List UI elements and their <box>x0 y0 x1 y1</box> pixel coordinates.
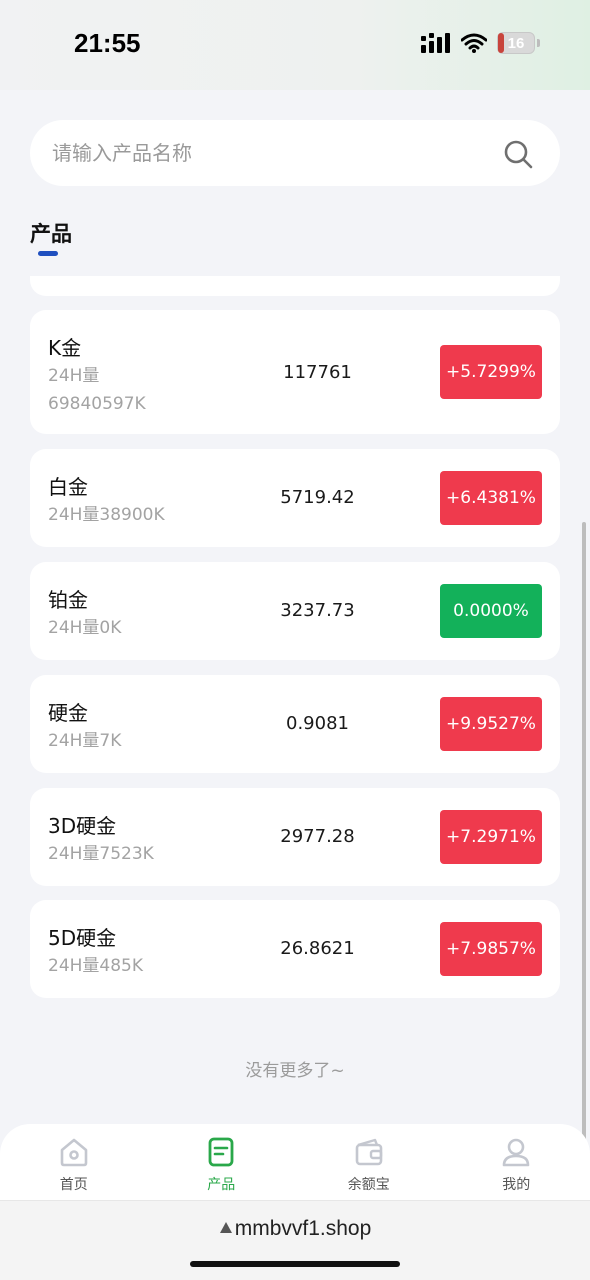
tab-wallet[interactable]: 余额宝 <box>295 1124 442 1194</box>
product-volume: 24H量7523K <box>48 844 154 864</box>
product-name: K金 <box>48 336 82 360</box>
change-badge[interactable]: +6.4381% <box>440 471 542 525</box>
change-badge[interactable]: +7.2971% <box>440 810 542 864</box>
signal-icon <box>421 33 450 53</box>
wallet-icon <box>355 1138 383 1166</box>
document-icon <box>208 1137 234 1167</box>
product-price: 2977.28 <box>280 826 355 847</box>
home-indicator[interactable] <box>190 1261 400 1267</box>
product-price: 5719.42 <box>280 487 355 508</box>
browser-url-bar[interactable]: mmbvvf1.shop <box>0 1200 590 1280</box>
battery-icon: 16 <box>497 32 535 54</box>
product-volume: 24H量0K <box>48 618 122 638</box>
status-bar: 21:55 16 <box>0 0 590 90</box>
search-icon[interactable] <box>502 138 534 170</box>
url-display[interactable]: mmbvvf1.shop <box>0 1217 590 1241</box>
tab-label: 首页 <box>59 1177 88 1193</box>
change-badge[interactable]: +9.9527% <box>440 697 542 751</box>
product-row-k-gold[interactable]: K金 24H量 69840597K 117761 +5.7299% <box>30 310 560 434</box>
product-name: 3D硬金 <box>48 814 117 838</box>
product-volume: 24H量 69840597K <box>48 366 146 414</box>
product-price: 0.9081 <box>286 713 349 734</box>
tab-active-indicator <box>38 251 58 256</box>
product-price: 117761 <box>283 362 352 383</box>
product-name: 硬金 <box>48 701 88 725</box>
list-item[interactable] <box>30 276 560 296</box>
scrollbar[interactable] <box>582 522 586 1194</box>
tab-products[interactable]: 产品 <box>30 218 72 248</box>
warning-icon <box>219 1222 232 1233</box>
change-badge[interactable]: +5.7299% <box>440 345 542 399</box>
profile-icon <box>502 1138 530 1167</box>
product-price: 26.8621 <box>280 938 355 959</box>
product-name: 白金 <box>48 475 88 499</box>
product-price: 3237.73 <box>280 600 355 621</box>
product-row-platinum-metal[interactable]: 铂金 24H量0K 3237.73 0.0000% <box>30 562 560 660</box>
tab-profile[interactable]: 我的 <box>443 1124 590 1194</box>
product-row-3d-hard-gold[interactable]: 3D硬金 24H量7523K 2977.28 +7.2971% <box>30 788 560 886</box>
product-row-hard-gold[interactable]: 硬金 24H量7K 0.9081 +9.9527% <box>30 675 560 773</box>
tab-label: 产品 <box>207 1177 236 1193</box>
change-badge[interactable]: 0.0000% <box>440 584 542 638</box>
battery-percentage: 16 <box>507 34 525 52</box>
product-volume: 24H量485K <box>48 956 144 976</box>
search-input[interactable] <box>52 120 492 186</box>
url-text: mmbvvf1.shop <box>234 1217 372 1240</box>
bottom-tab-bar: 首页 产品 余额宝 我的 <box>0 1124 590 1200</box>
product-volume: 24H量7K <box>48 731 122 751</box>
product-row-platinum[interactable]: 白金 24H量38900K 5719.42 +6.4381% <box>30 449 560 547</box>
status-icons: 16 <box>421 32 540 54</box>
change-badge[interactable]: +7.9857% <box>440 922 542 976</box>
wifi-icon <box>461 33 487 53</box>
product-name: 5D硬金 <box>48 926 117 950</box>
tab-products-nav[interactable]: 产品 <box>148 1124 295 1194</box>
status-time: 21:55 <box>74 28 141 58</box>
battery-cap <box>537 39 540 47</box>
tab-home[interactable]: 首页 <box>0 1124 147 1194</box>
search-bar <box>30 120 560 186</box>
tab-label: 我的 <box>502 1177 531 1193</box>
product-row-5d-hard-gold[interactable]: 5D硬金 24H量485K 26.8621 +7.9857% <box>30 900 560 998</box>
list-end-text: 没有更多了~ <box>245 1061 345 1081</box>
product-name: 铂金 <box>48 588 88 612</box>
home-icon <box>60 1138 88 1167</box>
product-volume: 24H量38900K <box>48 505 165 525</box>
tab-label: 余额宝 <box>347 1177 390 1193</box>
